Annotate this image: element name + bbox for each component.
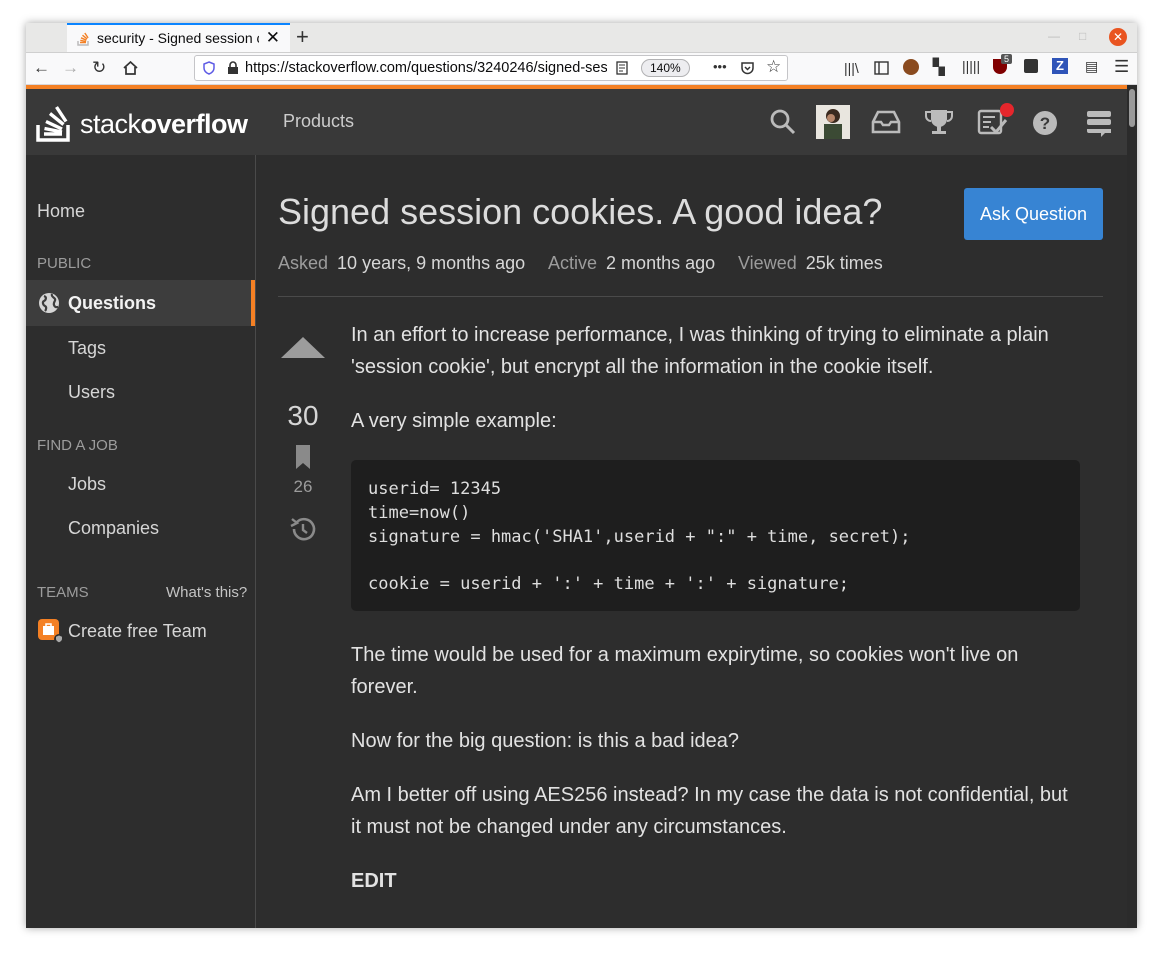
firefox-account-icon[interactable] <box>903 59 919 75</box>
url-bar[interactable]: https://stackoverflow.com/questions/3240… <box>194 55 788 81</box>
question-title[interactable]: Signed session cookies. A good idea? <box>278 191 882 233</box>
pocket-icon[interactable] <box>740 61 755 76</box>
back-icon[interactable]: ← <box>33 58 50 78</box>
url-text[interactable]: https://stackoverflow.com/questions/3240… <box>245 60 607 76</box>
stackoverflow-favicon-icon <box>77 32 89 46</box>
help-icon[interactable]: ? <box>1032 110 1058 136</box>
privacy-badger-icon[interactable] <box>1024 59 1038 73</box>
bookmark-icon[interactable] <box>278 444 328 470</box>
ask-question-button[interactable]: Ask Question <box>964 188 1103 240</box>
whats-this-link[interactable]: What's this? <box>166 584 247 601</box>
reload-icon[interactable]: ↻ <box>92 58 106 78</box>
nav-users[interactable]: Users <box>68 382 115 403</box>
nav-jobs[interactable]: Jobs <box>68 474 106 495</box>
nav-tags[interactable]: Tags <box>68 338 106 359</box>
search-icon[interactable] <box>769 108 797 136</box>
bookmark-count: 26 <box>293 477 313 496</box>
upvote-arrow-icon[interactable] <box>278 333 328 361</box>
edit-heading: EDIT <box>351 870 397 892</box>
reader-view-icon[interactable] <box>616 61 628 75</box>
nav-home[interactable]: Home <box>37 201 85 222</box>
library-icon[interactable]: |||\ <box>844 60 859 76</box>
body-paragraph-4: Now for the big question: is this a bad … <box>351 730 740 752</box>
teams-briefcase-icon <box>38 619 64 644</box>
teams-heading: TEAMS <box>37 584 89 601</box>
tab-strip: security - Signed session cookies. A goo… <box>26 23 1137 53</box>
avatar[interactable] <box>816 105 850 139</box>
home-icon[interactable] <box>122 60 139 76</box>
nav-questions[interactable]: Questions <box>68 293 156 314</box>
question-content: Signed session cookies. A good idea? Ask… <box>256 155 1127 928</box>
tab-title: security - Signed session cookies. A goo… <box>97 30 259 46</box>
viewed-meta: Viewed 25k times <box>738 253 883 274</box>
find-job-heading: FIND A JOB <box>37 437 118 454</box>
products-menu[interactable]: Products <box>283 111 354 132</box>
page-scrollbar[interactable] <box>1127 85 1137 928</box>
browser-window: security - Signed session cookies. A goo… <box>26 23 1137 928</box>
tracking-shield-icon[interactable] <box>203 61 215 75</box>
page-actions-icon[interactable]: ••• <box>713 59 727 74</box>
site-header: stackoverflow Products ? <box>26 85 1127 155</box>
globe-icon <box>39 293 59 313</box>
asked-meta: Asked 10 years, 9 months ago <box>278 253 525 274</box>
public-heading: PUBLIC <box>37 255 92 272</box>
logo-wordmark: stackoverflow <box>80 109 248 139</box>
stackoverflow-logo-icon <box>36 106 70 142</box>
lock-icon[interactable] <box>227 61 239 75</box>
navigation-bar: ← → ↻ https://stackoverflow.com/question… <box>26 53 1137 85</box>
new-tab-icon[interactable]: + <box>296 24 309 50</box>
history-icon[interactable] <box>278 515 328 543</box>
bookmark-star-icon[interactable]: ☆ <box>766 57 781 77</box>
site-switcher-icon[interactable] <box>1086 110 1112 138</box>
extension-grid-icon[interactable]: ▚ <box>933 58 945 76</box>
zoom-level[interactable]: 140% <box>641 59 690 77</box>
viewed-value: 25k times <box>805 253 883 273</box>
stackoverflow-logo[interactable]: stackoverflow <box>36 99 248 143</box>
inbox-icon[interactable] <box>871 109 901 135</box>
ublock-badge: 5 <box>1001 54 1013 64</box>
asked-label: Asked <box>278 253 329 273</box>
notes-icon[interactable]: ▤ <box>1085 58 1098 75</box>
body-paragraph-1: In an effort to increase performance, I … <box>351 324 1049 378</box>
nav-companies[interactable]: Companies <box>68 518 159 539</box>
browser-tab[interactable]: security - Signed session cookies. A goo… <box>67 23 290 52</box>
create-team-link[interactable]: Create free Team <box>68 621 207 642</box>
active-meta: Active 2 months ago <box>548 253 715 274</box>
viewed-label: Viewed <box>738 253 797 273</box>
zotero-icon[interactable]: Z <box>1052 58 1068 74</box>
nav-questions-active[interactable]: Questions <box>26 280 255 326</box>
code-text: userid= 12345 time=now() signature = hma… <box>368 479 911 595</box>
svg-text:?: ? <box>1040 114 1050 133</box>
close-tab-icon[interactable]: ✕ <box>266 28 280 48</box>
scrollbar-thumb[interactable] <box>1129 89 1135 127</box>
body-paragraph-2: A very simple example: <box>351 410 557 432</box>
active-value[interactable]: 2 months ago <box>606 253 715 273</box>
review-notification-dot <box>1000 103 1014 117</box>
active-label: Active <box>548 253 598 273</box>
achievements-trophy-icon[interactable] <box>924 108 954 136</box>
minimize-icon[interactable]: — <box>1048 29 1060 43</box>
extension-bars-icon[interactable]: ||||| <box>962 58 980 74</box>
menu-icon[interactable]: ☰ <box>1114 57 1129 77</box>
asked-value[interactable]: 10 years, 9 months ago <box>337 253 525 273</box>
left-sidebar: Home PUBLIC Questions Tags Users FIND A … <box>26 155 256 928</box>
code-block: userid= 12345 time=now() signature = hma… <box>351 460 1080 611</box>
window-close-icon[interactable]: ✕ <box>1109 28 1127 46</box>
sidebar-toggle-icon[interactable] <box>874 61 889 75</box>
forward-icon[interactable]: → <box>62 58 79 78</box>
vote-count: 30 <box>287 400 319 431</box>
body-paragraph-5: Am I better off using AES256 instead? In… <box>351 784 1068 838</box>
maximize-icon[interactable]: □ <box>1079 29 1086 43</box>
title-divider <box>278 296 1103 297</box>
body-paragraph-3: The time would be used for a maximum exp… <box>351 644 1019 698</box>
